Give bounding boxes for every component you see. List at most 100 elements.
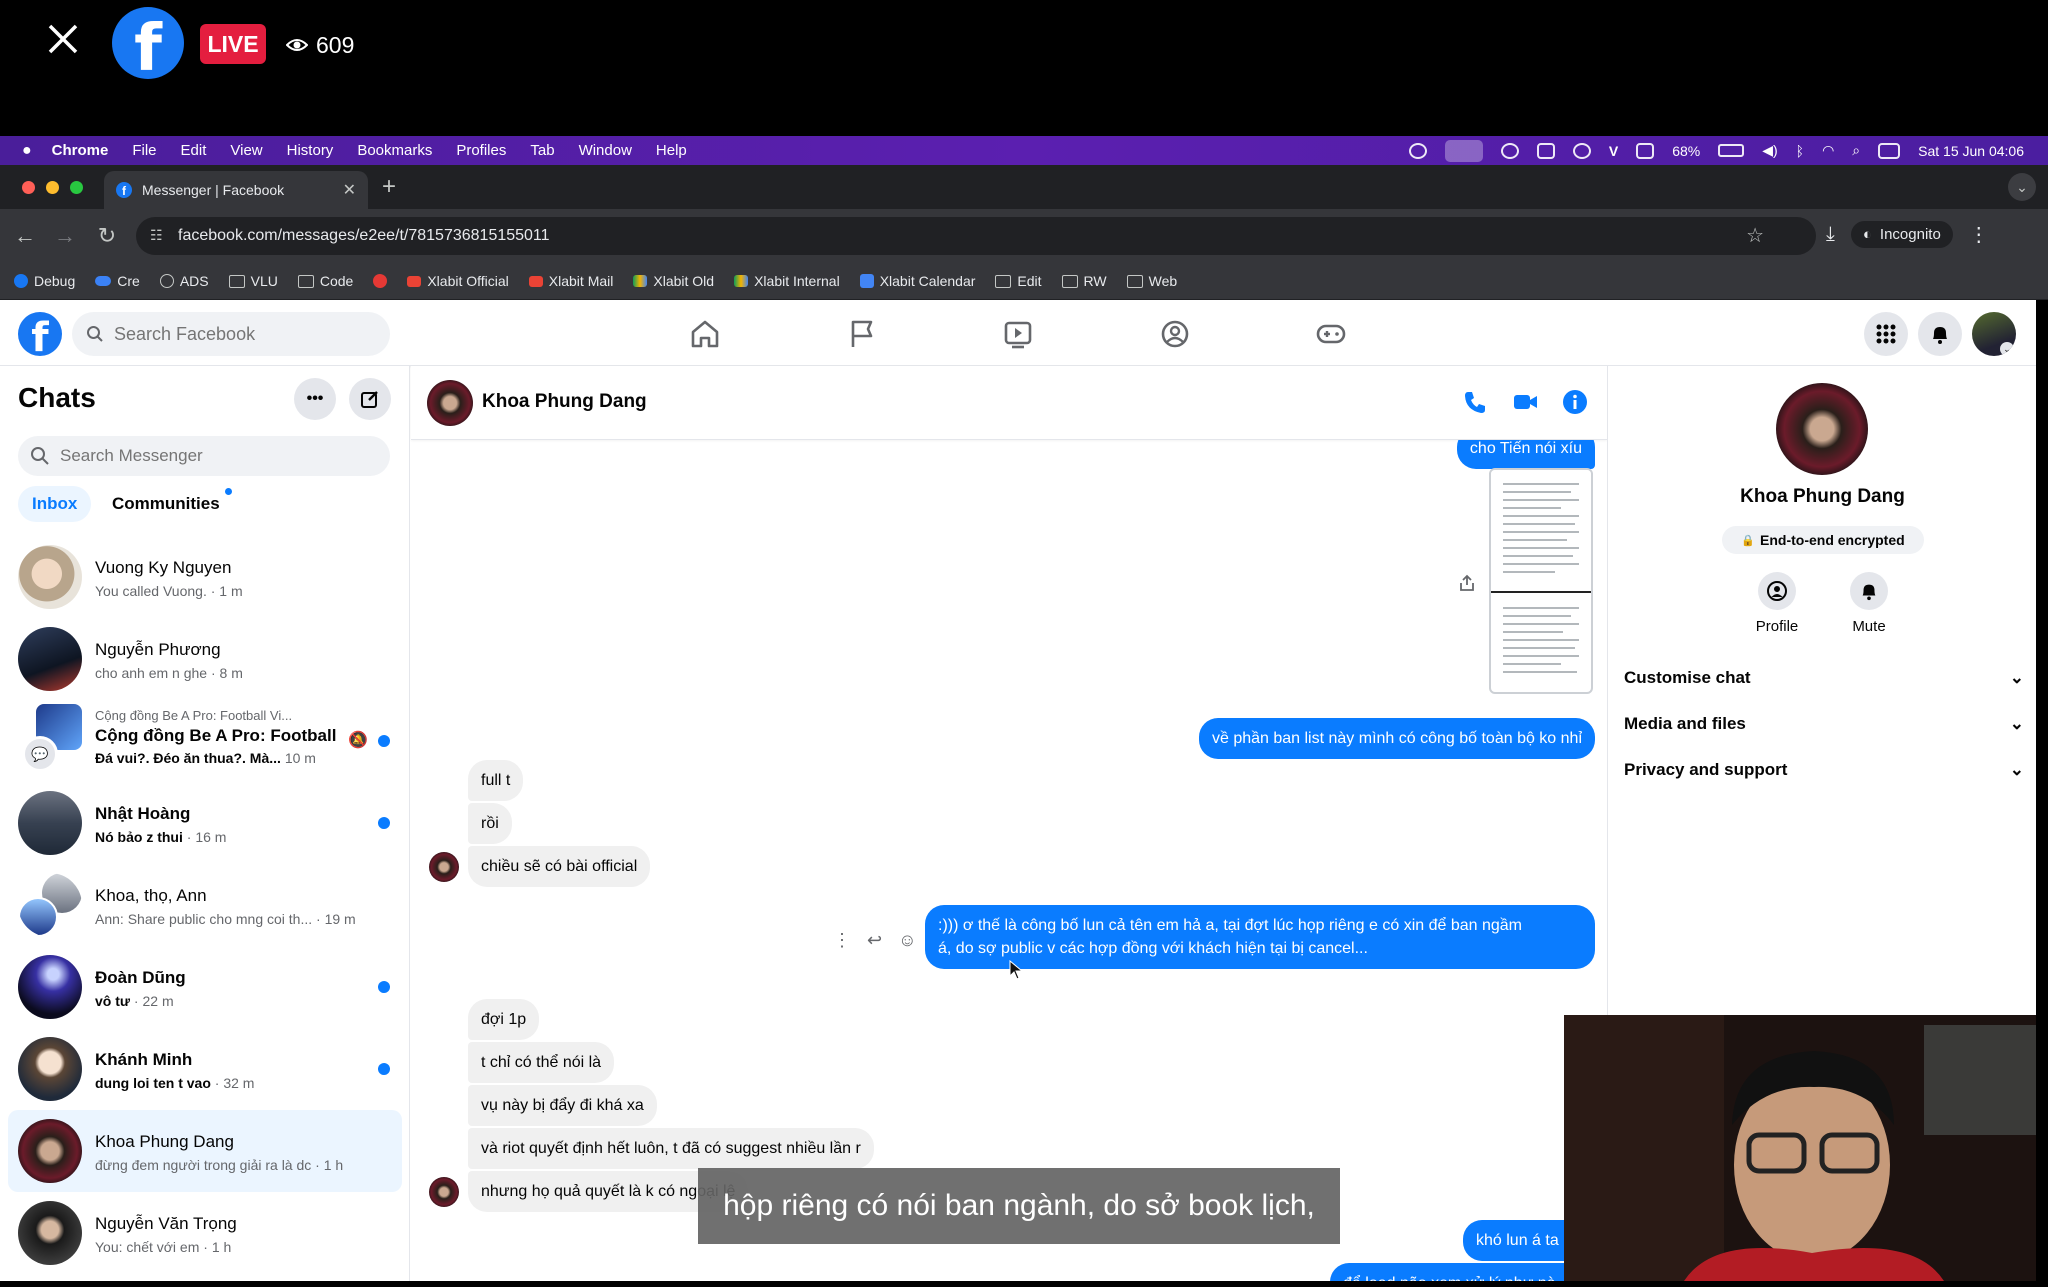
bluetooth-icon[interactable]: ᛒ [1796,143,1804,159]
window-minimize-button[interactable] [46,181,59,194]
video-call-icon[interactable] [1511,388,1539,416]
phone-icon[interactable] [1461,388,1489,416]
clock[interactable]: Sat 15 Jun 04:06 [1918,143,2024,159]
gaming-icon[interactable] [1311,314,1351,354]
download-icon[interactable]: ⤓ [1826,223,1835,246]
conversation-title[interactable]: Khoa Phung Dang [482,391,647,413]
tab-close-icon[interactable]: ✕ [343,180,356,200]
message-out[interactable]: về phần ban list này mình có công bố toà… [1198,718,1595,759]
menu-window[interactable]: Window [579,142,632,159]
menu-tab[interactable]: Tab [530,142,554,159]
chat-item-be-a-pro-football[interactable]: 💬 Cộng đồng Be A Pro: Football Vi... Cộn… [8,700,402,782]
bookmark-vlu[interactable]: VLU [228,273,278,289]
reload-icon[interactable]: ↻ [92,221,122,251]
screen-share-icon[interactable] [1444,139,1483,162]
spotlight-search-icon[interactable]: ⌕ [1852,142,1860,159]
emoji-react-icon[interactable]: ☺ [898,930,916,951]
notifications-button[interactable] [1918,312,1962,356]
back-arrow-icon[interactable]: ← [10,221,40,251]
info-icon[interactable] [1561,388,1589,416]
menu-chrome[interactable]: Chrome [52,142,109,159]
browser-menu-icon[interactable]: ⋮ [1969,222,1989,247]
facebook-search[interactable] [72,312,390,356]
menu-profiles[interactable]: Profiles [456,142,506,159]
new-message-button[interactable] [349,378,391,420]
bookmark-xlabit-internal[interactable]: Xlabit Internal [734,273,840,289]
address-bar[interactable]: ☷ facebook.com/messages/e2ee/t/781573681… [136,217,1816,255]
menu-history[interactable]: History [287,142,334,159]
messenger-search[interactable] [18,436,390,476]
mute-button[interactable]: Mute [1834,572,1904,635]
message-out[interactable]: để load não xem xử lý như nà [1330,1263,1569,1281]
bookmark-xlabit-calendar[interactable]: Xlabit Calendar [859,273,975,289]
tab-inbox[interactable]: Inbox [18,486,92,522]
bookmark-cre[interactable]: Cre [95,273,140,289]
chat-item-nguyen-phuong[interactable]: Nguyễn Phương cho anh em n ghe · 8 m [8,618,402,700]
status-app-icon[interactable] [1500,142,1519,159]
menu-bookmarks[interactable]: Bookmarks [357,142,432,159]
status-app-icon[interactable] [1408,142,1427,159]
bookmark-star-icon[interactable]: ☆ [1746,223,1764,248]
bookmark-debug[interactable]: Debug [14,273,75,289]
facebook-search-input[interactable] [114,323,364,345]
status-app-icon[interactable] [1536,142,1555,159]
video-icon[interactable] [998,314,1038,354]
avatar[interactable] [427,380,473,426]
url-text[interactable]: facebook.com/messages/e2ee/t/78157368151… [178,227,550,245]
more-vertical-icon[interactable]: ⋮ [833,930,851,951]
window-close-button[interactable] [22,181,35,194]
share-icon[interactable] [1459,574,1475,592]
close-icon[interactable] [44,20,82,58]
chat-item-khoa-phung-dang[interactable]: Khoa Phung Dang đừng đem người trong giả… [8,1110,402,1192]
profile-button[interactable]: Profile [1742,572,1812,635]
chat-item-doan-dung[interactable]: Đoàn Dũng vô tư · 22 m [8,946,402,1028]
status-app-icon[interactable] [1636,142,1655,159]
home-icon[interactable] [685,314,725,354]
message-in[interactable]: chiều sẽ có bài official [468,846,651,887]
encryption-badge[interactable]: 🔒 End-to-end encrypted [1722,526,1924,554]
bookmark-code[interactable]: Code [297,273,353,289]
chat-item-nguyen-van-trong[interactable]: Nguyễn Văn Trọng You: chết với em · 1 h [8,1192,402,1274]
control-center-icon[interactable] [1878,142,1901,159]
media-and-files-section[interactable]: Media and files ⌄ [1624,702,2024,746]
bookmark-xlabit-old[interactable]: Xlabit Old [633,273,714,289]
message-in[interactable]: vụ này bị đẩy đi khá xa [468,1085,657,1126]
chat-item-khanh-minh[interactable]: Khánh Minh dung loi ten t vao · 32 m [8,1028,402,1110]
tab-search-icon[interactable]: ⌄ [2008,173,2036,201]
document-attachment[interactable] [1489,468,1593,694]
new-tab-icon[interactable]: + [382,173,396,201]
account-avatar[interactable]: ⌄ [1972,312,2016,356]
messenger-search-input[interactable] [60,446,380,466]
reply-icon[interactable]: ↩ [867,930,882,951]
bookmark-ads[interactable]: ADS [159,273,209,289]
window-zoom-button[interactable] [70,181,83,194]
incognito-indicator[interactable]: ◐ Incognito [1850,221,1953,248]
message-in[interactable]: và riot quyết định hết luôn, t đã có sug… [468,1128,874,1169]
bookmark-web[interactable]: Web [1126,273,1177,289]
customise-chat-section[interactable]: Customise chat ⌄ [1624,656,2024,700]
message-out[interactable]: khó lun á ta [1463,1220,1572,1261]
message-in[interactable]: đợi 1p [468,999,540,1040]
status-app-icon[interactable] [1572,142,1591,159]
message-out[interactable]: :))) ơ thế là công bố lun cả tên em hả a… [925,905,1595,969]
chat-item-khoa-tho-ann[interactable]: Khoa, thọ, Ann Ann: Share public cho mng… [8,864,402,946]
bookmark-unnamed[interactable] [373,274,388,288]
battery-icon[interactable] [1718,144,1745,157]
message-in[interactable]: full t [468,760,524,801]
message-in[interactable]: t chỉ có thể nói là [468,1042,615,1083]
menu-grid-button[interactable] [1864,312,1908,356]
bookmark-rw[interactable]: RW [1061,273,1107,289]
wifi-icon[interactable]: ◠ [1822,142,1834,159]
menu-view[interactable]: View [230,142,262,159]
facebook-logo-icon[interactable]: f [18,312,62,356]
avatar[interactable] [1776,383,1868,475]
site-info-icon[interactable]: ☷ [150,227,168,245]
menu-edit[interactable]: Edit [181,142,207,159]
v-icon[interactable]: V [1609,143,1618,159]
menu-help[interactable]: Help [656,142,687,159]
chat-options-button[interactable]: ••• [294,378,336,420]
apple-icon[interactable]: ● [22,142,32,160]
bookmark-xlabit-official[interactable]: Xlabit Official [407,273,509,289]
groups-icon[interactable] [1155,314,1195,354]
menu-file[interactable]: File [132,142,156,159]
